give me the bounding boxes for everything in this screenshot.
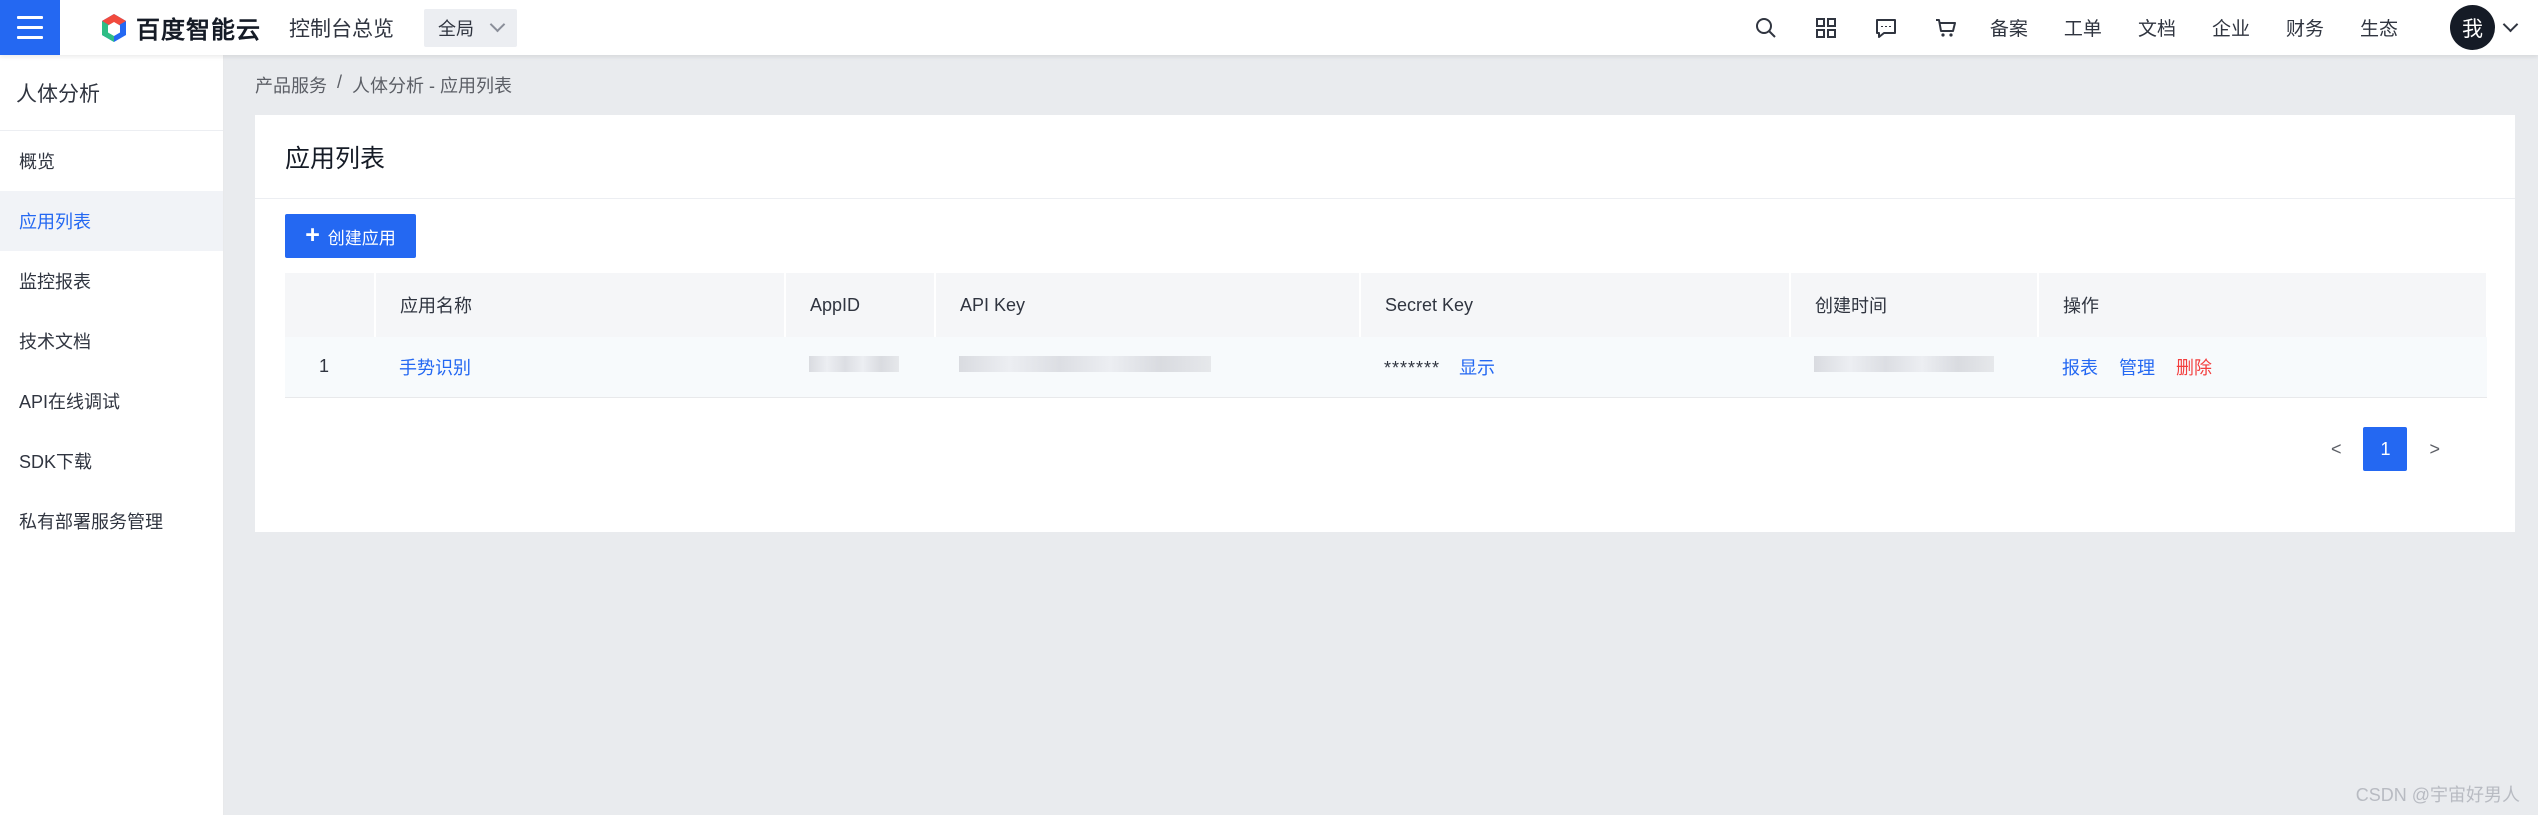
logo-text: 百度智能云 — [136, 17, 261, 44]
page-title: 应用列表 — [255, 115, 2515, 199]
breadcrumb-item-current: 人体分析 - 应用列表 — [352, 76, 513, 96]
secret-key-masked-value: ******* — [1384, 357, 1441, 378]
nav-finance[interactable]: 财务 — [2286, 14, 2324, 41]
cart-icon[interactable] — [1916, 0, 1976, 55]
breadcrumb: 产品服务 / 人体分析 - 应用列表 — [255, 72, 512, 98]
sidebar: 人体分析 概览 应用列表 监控报表 技术文档 API在线调试 SDK下载 私有部… — [0, 55, 224, 815]
appid-cell — [785, 337, 935, 398]
sidebar-item-tech-docs[interactable]: 技术文档 — [0, 311, 223, 371]
column-header-appid: AppID — [785, 273, 936, 337]
sidebar-item-api-debug[interactable]: API在线调试 — [0, 371, 223, 431]
column-header-api-key: API Key — [935, 273, 1361, 337]
menu-icon[interactable] — [0, 0, 60, 55]
column-header-created-time: 创建时间 — [1790, 273, 2039, 337]
column-header-actions: 操作 — [2038, 273, 2488, 337]
watermark: CSDN @宇宙好男人 — [2355, 785, 2520, 805]
nav-enterprise[interactable]: 企业 — [2212, 14, 2250, 41]
created-time-masked-value — [1814, 356, 1994, 373]
region-select-value: 全局 — [438, 18, 474, 39]
chevron-down-icon[interactable] — [2502, 16, 2519, 33]
message-icon[interactable] — [1856, 0, 1916, 55]
column-header-secret-key: Secret Key — [1360, 273, 1791, 337]
logo[interactable]: 百度智能云 — [98, 0, 261, 55]
actions-cell: 报表 管理 删除 — [2038, 337, 2487, 398]
grid-icon[interactable] — [1796, 0, 1856, 55]
appid-masked-value — [809, 356, 899, 373]
column-header-index — [285, 273, 376, 337]
nav-ecosystem[interactable]: 生态 — [2360, 14, 2398, 41]
nav-filing[interactable]: 备案 — [1990, 14, 2028, 41]
app-list-panel: 应用列表 + 创建应用 应用名称 AppID API Key Secret Ke… — [255, 115, 2515, 532]
nav-docs[interactable]: 文档 — [2138, 14, 2176, 41]
sidebar-item-monitor-report[interactable]: 监控报表 — [0, 251, 223, 311]
plus-icon: + — [305, 220, 320, 249]
column-header-app-name: 应用名称 — [375, 273, 786, 337]
sidebar-item-app-list[interactable]: 应用列表 — [0, 191, 223, 251]
delete-link[interactable]: 删除 — [2176, 358, 2212, 378]
top-bar: 百度智能云 控制台总览 全局 备案 工单 文档 企业 财务 生态 我 — [0, 0, 2538, 55]
breadcrumb-separator: / — [337, 72, 343, 92]
api-key-masked-value — [959, 356, 1211, 373]
app-name-cell: 手势识别 — [375, 337, 785, 398]
search-icon[interactable] — [1736, 0, 1796, 55]
sidebar-item-sdk-download[interactable]: SDK下载 — [0, 431, 223, 491]
next-page-button[interactable]: > — [2429, 439, 2440, 460]
app-name-link[interactable]: 手势识别 — [399, 358, 471, 378]
console-overview-link[interactable]: 控制台总览 — [289, 13, 394, 43]
table-header-row: 应用名称 AppID API Key Secret Key 创建时间 操作 — [285, 273, 2488, 337]
sidebar-item-private-deploy[interactable]: 私有部署服务管理 — [0, 491, 223, 551]
show-secret-key-link[interactable]: 显示 — [1459, 358, 1495, 378]
table-row: 1 手势识别 ******* 显示 报表 管理 删除 — [285, 337, 2487, 398]
pagination: < 1 > — [2331, 427, 2440, 471]
breadcrumb-item-product-services[interactable]: 产品服务 — [255, 72, 327, 98]
manage-link[interactable]: 管理 — [2119, 358, 2155, 378]
avatar[interactable]: 我 — [2450, 5, 2495, 50]
sidebar-title: 人体分析 — [0, 55, 223, 131]
row-index: 1 — [285, 337, 375, 398]
sidebar-item-overview[interactable]: 概览 — [0, 131, 223, 191]
nav-ticket[interactable]: 工单 — [2064, 14, 2102, 41]
created-time-cell — [1790, 337, 2038, 398]
secret-key-cell: ******* 显示 — [1360, 337, 1790, 398]
chevron-down-icon — [489, 16, 506, 33]
page-number-button[interactable]: 1 — [2363, 427, 2408, 471]
region-select[interactable]: 全局 — [424, 8, 517, 47]
api-key-cell — [935, 337, 1360, 398]
app-table: 应用名称 AppID API Key Secret Key 创建时间 操作 1 … — [285, 273, 2488, 398]
create-app-button-label: 创建应用 — [327, 228, 396, 248]
create-app-button[interactable]: + 创建应用 — [285, 214, 416, 258]
prev-page-button[interactable]: < — [2331, 439, 2342, 460]
report-link[interactable]: 报表 — [2062, 358, 2098, 378]
baidu-cloud-logo-icon — [102, 13, 126, 42]
